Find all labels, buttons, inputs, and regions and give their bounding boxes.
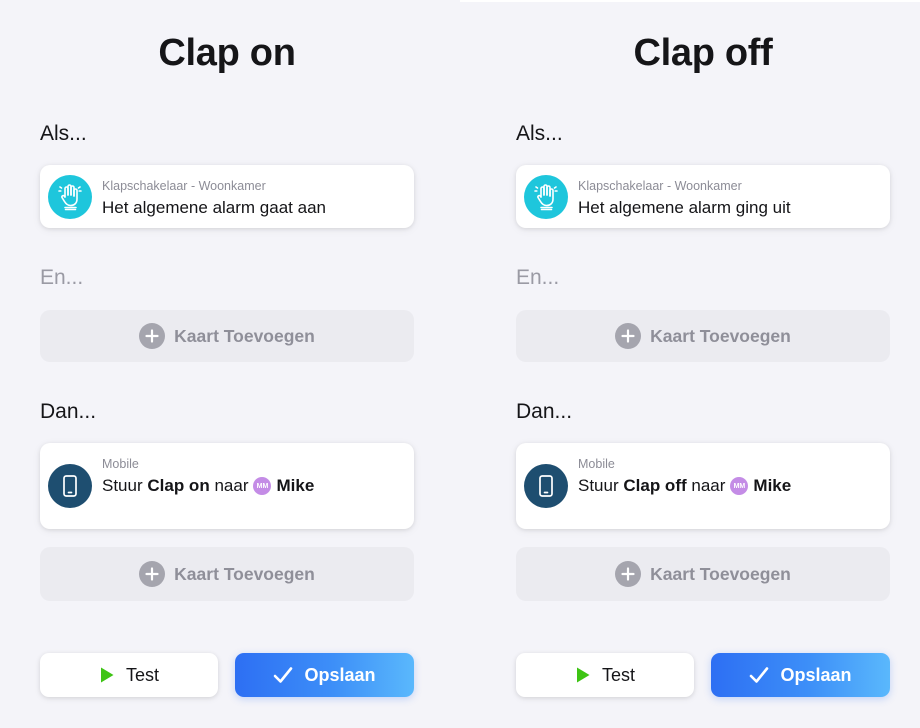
save-button-label: Opslaan bbox=[780, 664, 852, 685]
trigger-device: Klapschakelaar - Woonkamer bbox=[102, 179, 266, 193]
flow-title: Clap off bbox=[633, 32, 773, 74]
section-label-if: Als... bbox=[516, 122, 563, 145]
section-label-if: Als... bbox=[40, 122, 87, 145]
action-recipient: Mike bbox=[276, 476, 315, 495]
action-device: Mobile bbox=[102, 457, 139, 471]
action-device: Mobile bbox=[578, 457, 615, 471]
add-card-label: Kaart Toevoegen bbox=[174, 563, 315, 584]
add-card-button-and[interactable]: Kaart Toevoegen bbox=[40, 310, 414, 362]
action-connector: naar bbox=[691, 476, 726, 495]
flow-title: Clap on bbox=[158, 32, 296, 74]
section-label-and: En... bbox=[40, 266, 84, 289]
add-card-button-then[interactable]: Kaart Toevoegen bbox=[40, 547, 414, 601]
trigger-card[interactable]: Klapschakelaar - Woonkamer Het algemene … bbox=[516, 165, 890, 228]
action-message: Clap on bbox=[147, 476, 210, 495]
add-card-label: Kaart Toevoegen bbox=[174, 325, 315, 346]
trigger-text: Het algemene alarm gaat aan bbox=[102, 198, 326, 217]
test-button[interactable]: Test bbox=[40, 653, 218, 697]
test-button[interactable]: Test bbox=[516, 653, 694, 697]
phone-icon bbox=[48, 464, 92, 508]
avatar: MM bbox=[253, 477, 272, 495]
phone-icon bbox=[524, 464, 568, 508]
flow-panel-clap-on: Clap on Als... Klapschakelaar - Woonkame… bbox=[40, 0, 414, 728]
add-card-button-then[interactable]: Kaart Toevoegen bbox=[516, 547, 890, 601]
action-prefix: Stuur bbox=[578, 476, 619, 495]
plus-icon bbox=[139, 323, 166, 349]
checkmark-icon bbox=[749, 666, 769, 684]
add-card-label: Kaart Toevoegen bbox=[650, 325, 791, 346]
save-button[interactable]: Opslaan bbox=[235, 653, 414, 697]
flow-panel-clap-off: Clap off Als... Klapschakelaar - Woonkam… bbox=[516, 0, 890, 728]
plus-icon bbox=[615, 561, 642, 587]
action-connector: naar bbox=[214, 476, 249, 495]
play-icon bbox=[99, 666, 115, 684]
action-text: Stuur Clap on naar MM Mike bbox=[102, 476, 314, 496]
plus-icon bbox=[139, 561, 166, 587]
add-card-label: Kaart Toevoegen bbox=[650, 563, 791, 584]
play-icon bbox=[575, 666, 591, 684]
save-button-label: Opslaan bbox=[304, 664, 376, 685]
action-card[interactable]: Mobile Stuur Clap on naar MM Mike bbox=[40, 443, 414, 529]
avatar: MM bbox=[730, 477, 749, 495]
save-button[interactable]: Opslaan bbox=[711, 653, 890, 697]
test-button-label: Test bbox=[125, 664, 159, 685]
section-label-then: Dan... bbox=[40, 400, 97, 423]
hand-icon bbox=[524, 175, 568, 219]
action-text: Stuur Clap off naar MM Mike bbox=[578, 476, 791, 496]
test-button-label: Test bbox=[601, 664, 635, 685]
trigger-card[interactable]: Klapschakelaar - Woonkamer Het algemene … bbox=[40, 165, 414, 228]
section-label-then: Dan... bbox=[516, 400, 573, 423]
trigger-device: Klapschakelaar - Woonkamer bbox=[578, 179, 742, 193]
checkmark-icon bbox=[273, 666, 293, 684]
section-label-and: En... bbox=[516, 266, 560, 289]
plus-icon bbox=[615, 323, 642, 349]
action-card[interactable]: Mobile Stuur Clap off naar MM Mike bbox=[516, 443, 890, 529]
action-message: Clap off bbox=[623, 476, 687, 495]
action-recipient: Mike bbox=[753, 476, 792, 495]
trigger-text: Het algemene alarm ging uit bbox=[578, 198, 791, 217]
action-prefix: Stuur bbox=[102, 476, 143, 495]
hand-icon bbox=[48, 175, 92, 219]
add-card-button-and[interactable]: Kaart Toevoegen bbox=[516, 310, 890, 362]
